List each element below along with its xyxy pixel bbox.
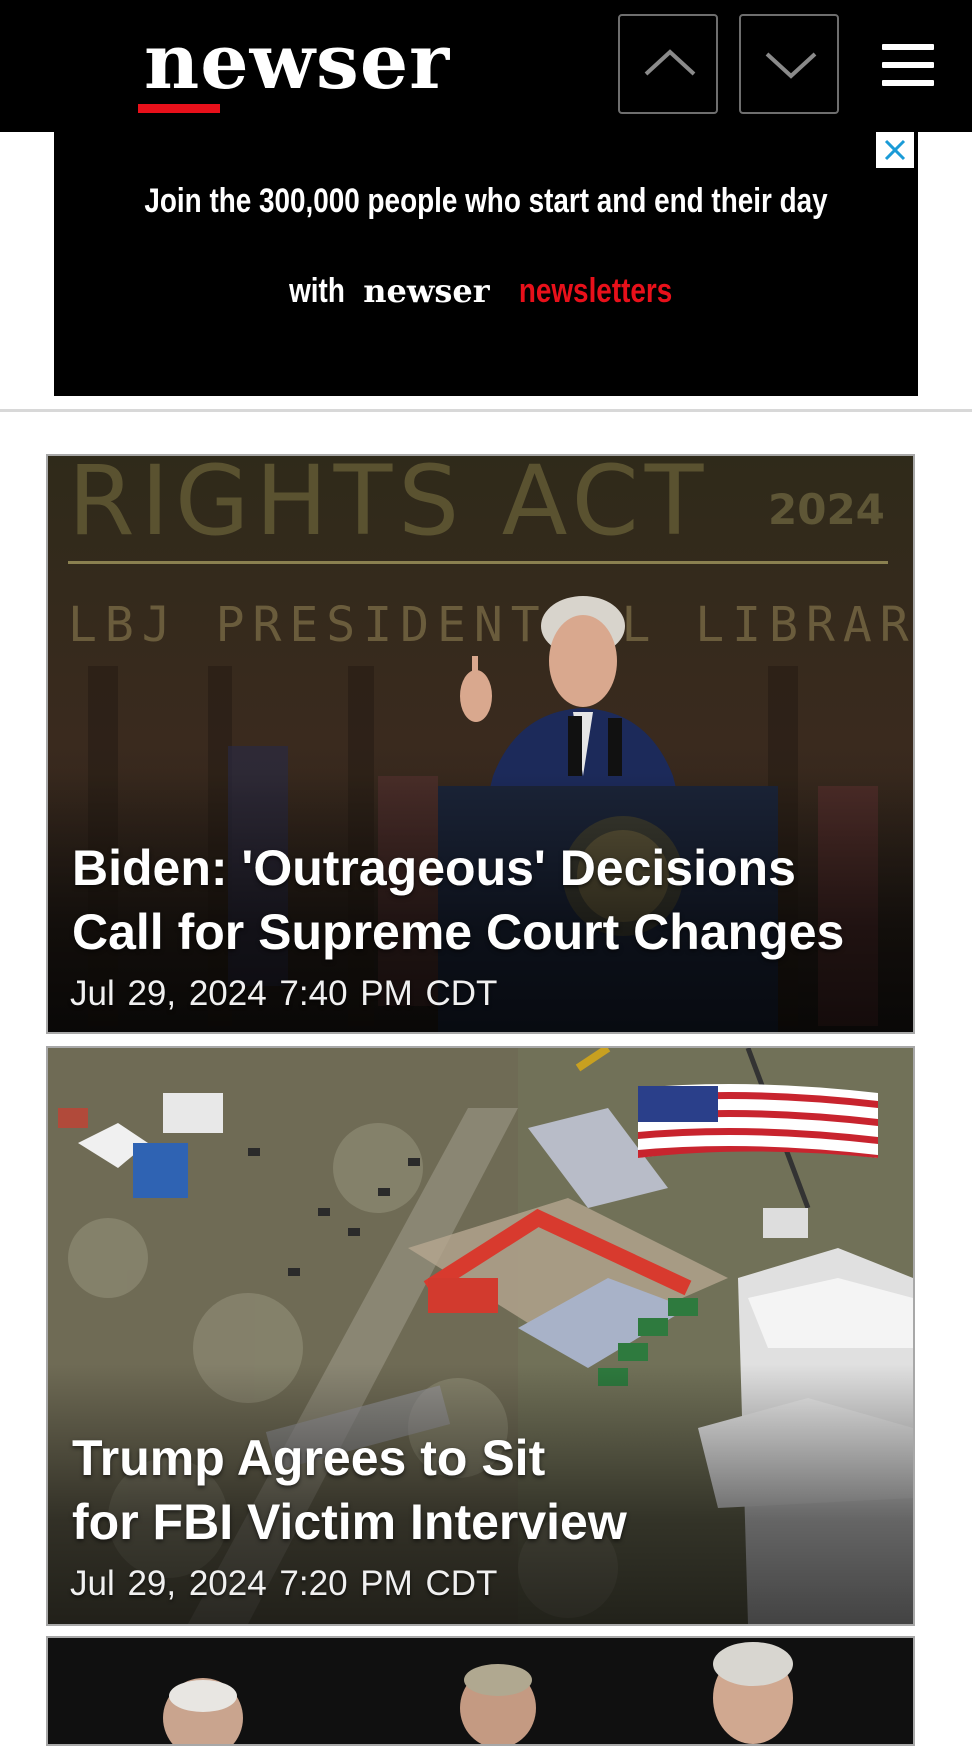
story-timestamp: Jul 29, 2024 7:20 PM CDT (70, 1564, 498, 1603)
ad-brand-text: newser (363, 272, 490, 310)
newser-logo[interactable]: newser (144, 22, 450, 102)
chevron-down-icon (765, 52, 817, 79)
story-card[interactable] (46, 1636, 915, 1746)
site-header: newser (0, 0, 972, 132)
story-headline[interactable]: Trump Agrees to Sit for FBI Victim Inter… (72, 1426, 893, 1554)
image-year-text: 2024 (768, 485, 885, 534)
image-banner-text: RIGHTS ACT (68, 456, 709, 557)
image-library-text: LBJ PRESIDENTIAL LIBRARY (68, 597, 913, 653)
ad-close-button[interactable] (876, 132, 914, 168)
story-card[interactable]: RIGHTS ACT 2024 LBJ PRESIDENTIAL LIBRARY… (46, 454, 915, 1034)
section-divider (0, 409, 972, 412)
close-icon (884, 139, 906, 161)
ad-subline: with newser newsletters (54, 272, 918, 311)
hamburger-menu-icon[interactable] (872, 38, 942, 94)
chevron-up-icon (644, 49, 696, 76)
ad-newsletters-text: newsletters (518, 272, 673, 310)
next-story-button[interactable] (739, 14, 839, 114)
logo-accent-bar (138, 104, 220, 113)
ad-with-text: with (288, 272, 345, 310)
story-image (48, 1638, 913, 1744)
story-headline[interactable]: Biden: 'Outrageous' Decisions Call for S… (72, 836, 893, 964)
newsletter-ad-banner[interactable]: Join the 300,000 people who start and en… (54, 132, 918, 396)
story-card[interactable]: Trump Agrees to Sit for FBI Victim Inter… (46, 1046, 915, 1626)
previous-story-button[interactable] (618, 14, 718, 114)
ad-headline: Join the 300,000 people who start and en… (144, 182, 828, 220)
story-timestamp: Jul 29, 2024 7:40 PM CDT (70, 974, 498, 1013)
